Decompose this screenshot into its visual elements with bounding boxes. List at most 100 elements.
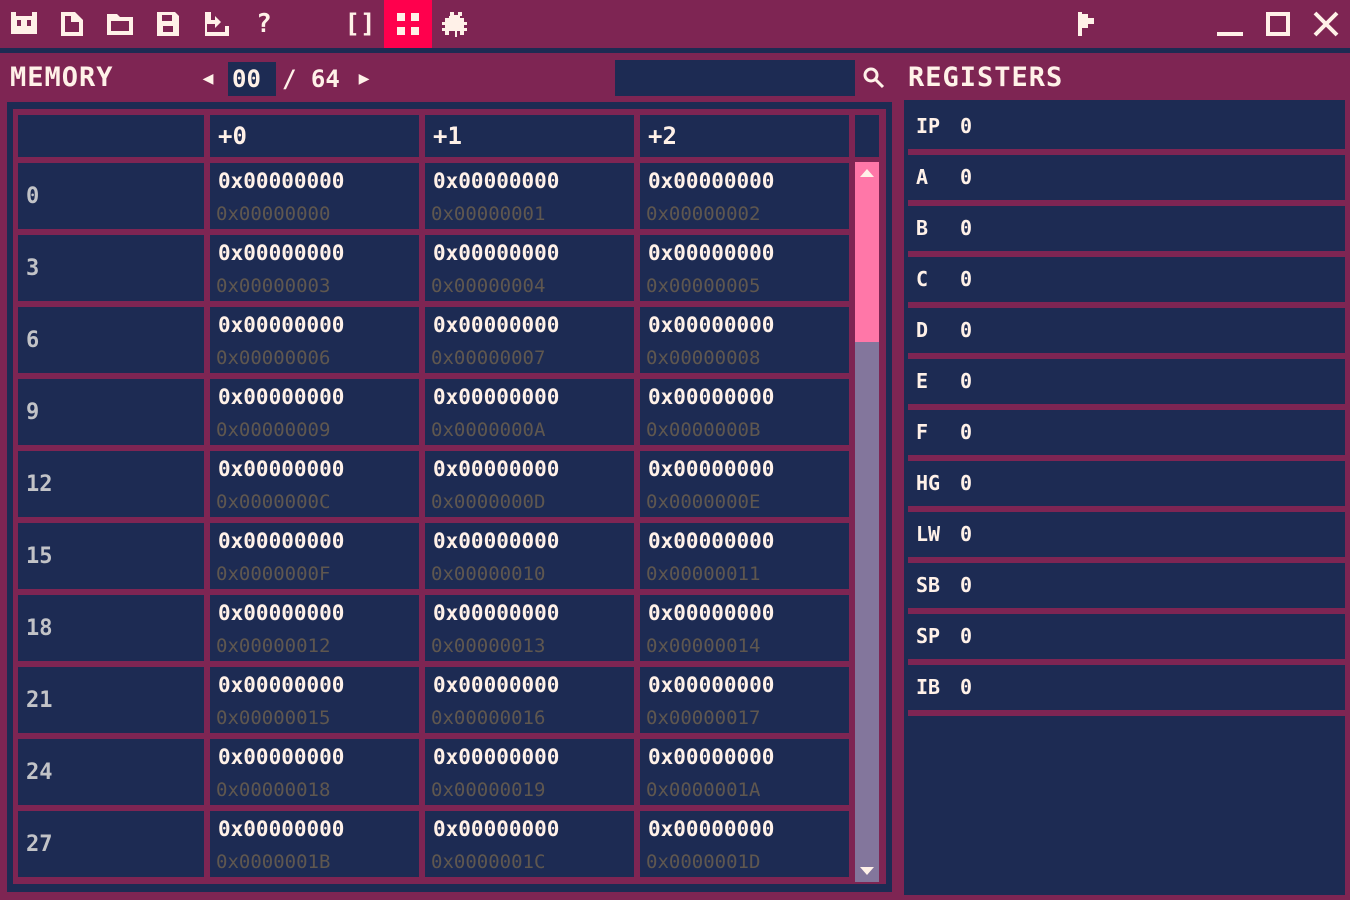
memory-cell-address: 0x0000000E [646,491,761,513]
close-icon[interactable] [1302,0,1350,48]
bug-icon[interactable] [432,0,480,48]
memory-cell-value: 0x00000000 [218,601,345,625]
column-header-spacer [855,115,879,157]
memory-cell[interactable]: 0x00000000 0x00000016 [425,667,634,733]
register-name: E [916,369,929,393]
register-row-lw[interactable]: LW 0 [908,512,1345,563]
register-row-e[interactable]: E0 [908,359,1345,410]
register-row-ip[interactable]: IP 0 [908,104,1345,155]
memory-cell[interactable]: 0x00000000 0x0000000F [210,523,419,589]
memory-cell[interactable]: 0x00000000 0x00000019 [425,739,634,805]
search-icon[interactable] [862,66,886,90]
memory-cell[interactable]: 0x00000000 0x00000005 [640,235,849,301]
export-icon[interactable] [192,0,240,48]
memory-cell-address: 0x00000010 [431,563,546,585]
column-header-offset: +1 [425,115,634,157]
memory-cell-value: 0x00000000 [648,313,775,337]
memory-cell-address: 0x00000018 [216,779,331,801]
new-file-icon[interactable] [48,0,96,48]
register-value: 0 [960,114,973,138]
memory-cell-address: 0x00000005 [646,275,761,297]
memory-cell-value: 0x00000000 [218,673,345,697]
memory-cell-value: 0x00000000 [433,673,560,697]
save-icon[interactable] [144,0,192,48]
memory-cell[interactable]: 0x00000000 0x00000003 [210,235,419,301]
memory-cell-value: 0x00000000 [218,745,345,769]
register-row-d[interactable]: D0 [908,308,1345,359]
code-editor-icon[interactable]: [] [336,0,384,48]
memory-cell[interactable]: 0x00000000 0x00000018 [210,739,419,805]
memory-cell-value: 0x00000000 [648,673,775,697]
memory-cell-value: 0x00000000 [648,457,775,481]
memory-cell-value: 0x00000000 [648,529,775,553]
memory-cell-address: 0x00000001 [431,203,546,225]
memory-cell[interactable]: 0x00000000 0x0000000A [425,379,634,445]
prev-page-icon[interactable]: ◀ [201,64,215,92]
memory-cell[interactable]: 0x00000000 0x00000009 [210,379,419,445]
toolbar-divider [0,48,1350,53]
register-value: 0 [960,675,973,699]
register-row-sp[interactable]: SP 0 [908,614,1345,665]
page-number-input[interactable]: 00 [228,62,276,96]
maximize-icon[interactable] [1254,0,1302,48]
scroll-up-icon[interactable] [855,162,879,184]
memory-cell-value: 0x00000000 [218,385,345,409]
row-address: 27 [18,811,204,877]
memory-cell-value: 0x00000000 [433,169,560,193]
memory-cell-value: 0x00000000 [648,745,775,769]
memory-cell[interactable]: 0x00000000 0x00000006 [210,307,419,373]
memory-cell[interactable]: 0x00000000 0x00000007 [425,307,634,373]
next-page-icon[interactable]: ▶ [357,64,371,92]
minimize-icon[interactable] [1206,0,1254,48]
memory-cell-address: 0x0000000A [431,419,546,441]
cart-icon[interactable] [0,0,48,48]
memory-grid-icon[interactable] [384,0,432,48]
memory-cell[interactable]: 0x00000000 0x0000000C [210,451,419,517]
memory-cell[interactable]: 0x00000000 0x00000001 [425,163,634,229]
register-row-a[interactable]: A0 [908,155,1345,206]
memory-cell-address: 0x00000011 [646,563,761,585]
memory-cell[interactable]: 0x00000000 0x00000014 [640,595,849,661]
memory-cell[interactable]: 0x00000000 0x0000001C [425,811,634,877]
memory-cell[interactable]: 0x00000000 0x00000000 [210,163,419,229]
memory-cell[interactable]: 0x00000000 0x0000001B [210,811,419,877]
memory-cell[interactable]: 0x00000000 0x0000000B [640,379,849,445]
memory-cell-value: 0x00000000 [433,529,560,553]
register-value: 0 [960,267,973,291]
scroll-down-icon[interactable] [855,860,879,882]
memory-cell[interactable]: 0x00000000 0x00000013 [425,595,634,661]
open-folder-icon[interactable] [96,0,144,48]
help-icon[interactable]: ? [240,0,288,48]
memory-cell[interactable]: 0x00000000 0x0000000D [425,451,634,517]
memory-cell[interactable]: 0x00000000 0x0000001A [640,739,849,805]
memory-cell-address: 0x0000001C [431,851,546,873]
memory-cell[interactable]: 0x00000000 0x0000000E [640,451,849,517]
memory-cell[interactable]: 0x00000000 0x00000008 [640,307,849,373]
memory-cell-address: 0x00000000 [216,203,331,225]
register-value: 0 [960,471,973,495]
memory-cell[interactable]: 0x00000000 0x00000012 [210,595,419,661]
memory-cell-value: 0x00000000 [648,817,775,841]
register-row-sb[interactable]: SB 0 [908,563,1345,614]
memory-cell[interactable]: 0x00000000 0x00000010 [425,523,634,589]
row-address: 24 [18,739,204,805]
scrollbar-thumb[interactable] [855,184,879,342]
register-row-f[interactable]: F0 [908,410,1345,461]
memory-cell-address: 0x00000012 [216,635,331,657]
memory-cell[interactable]: 0x00000000 0x0000001D [640,811,849,877]
run-icon[interactable] [1062,0,1110,48]
register-row-ib[interactable]: IB 0 [908,665,1345,716]
memory-cell-value: 0x00000000 [218,529,345,553]
memory-cell[interactable]: 0x00000000 0x00000015 [210,667,419,733]
memory-cell[interactable]: 0x00000000 0x00000011 [640,523,849,589]
register-row-c[interactable]: C0 [908,257,1345,308]
row-address: 12 [18,451,204,517]
toolbar: ? [] [0,0,1350,48]
memory-cell-value: 0x00000000 [218,169,345,193]
search-input[interactable] [615,60,855,96]
register-row-b[interactable]: B0 [908,206,1345,257]
memory-cell[interactable]: 0x00000000 0x00000004 [425,235,634,301]
memory-cell[interactable]: 0x00000000 0x00000017 [640,667,849,733]
memory-cell[interactable]: 0x00000000 0x00000002 [640,163,849,229]
register-row-hg[interactable]: HG 0 [908,461,1345,512]
